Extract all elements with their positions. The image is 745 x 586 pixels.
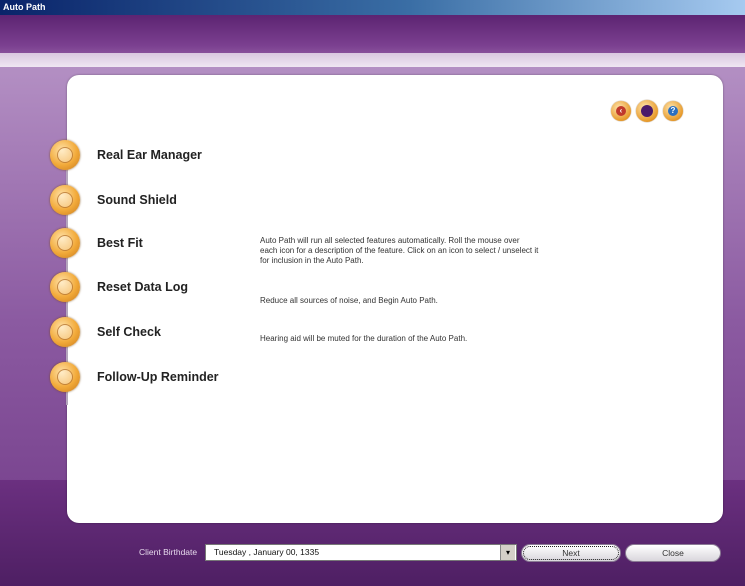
target-icon[interactable] [50,228,80,258]
feature-follow-up-reminder[interactable]: Follow-Up Reminder [50,362,219,392]
help-icon[interactable]: ? [663,101,683,121]
feature-label[interactable]: Real Ear Manager [97,148,202,162]
feature-label[interactable]: Sound Shield [97,193,177,207]
feature-sound-shield[interactable]: Sound Shield [50,185,177,215]
close-button[interactable]: Close [625,544,721,562]
feature-best-fit[interactable]: Best Fit [50,228,143,258]
description-line: each icon for a description of the featu… [260,246,539,255]
birthdate-field[interactable]: Tuesday , January 00, 1335 [205,544,517,561]
window-title-bar: Auto Path [0,0,745,15]
next-button[interactable]: Next [521,544,621,562]
noise-instruction: Reduce all sources of noise, and Begin A… [260,296,438,305]
feature-reset-data-log[interactable]: Reset Data Log [50,272,188,302]
feature-label[interactable]: Reset Data Log [97,280,188,294]
feature-self-check[interactable]: Self Check [50,317,161,347]
back-icon[interactable]: ‹ [611,101,631,121]
feature-label[interactable]: Follow-Up Reminder [97,370,219,384]
feature-real-ear-manager[interactable]: Real Ear Manager [50,140,202,170]
shield-icon[interactable] [50,185,80,215]
bell-icon[interactable] [50,362,80,392]
auto-path-description: Auto Path will run all selected features… [260,236,538,266]
description-line: Auto Path will run all selected features… [260,236,520,245]
client-birthdate-label: Client Birthdate [139,547,198,557]
mute-notice: Hearing aid will be muted for the durati… [260,334,468,343]
reset-icon[interactable] [50,272,80,302]
chevron-down-icon[interactable]: ▾ [500,545,515,560]
top-icon-group: ‹ ? [611,100,683,122]
record-icon[interactable] [636,100,658,122]
ear-icon[interactable] [50,140,80,170]
description-line: for inclusion in the Auto Path. [260,256,364,265]
check-icon[interactable] [50,317,80,347]
header-accent-band [0,53,745,67]
feature-label[interactable]: Self Check [97,325,161,339]
feature-label[interactable]: Best Fit [97,236,143,250]
window-title: Auto Path [3,2,46,12]
